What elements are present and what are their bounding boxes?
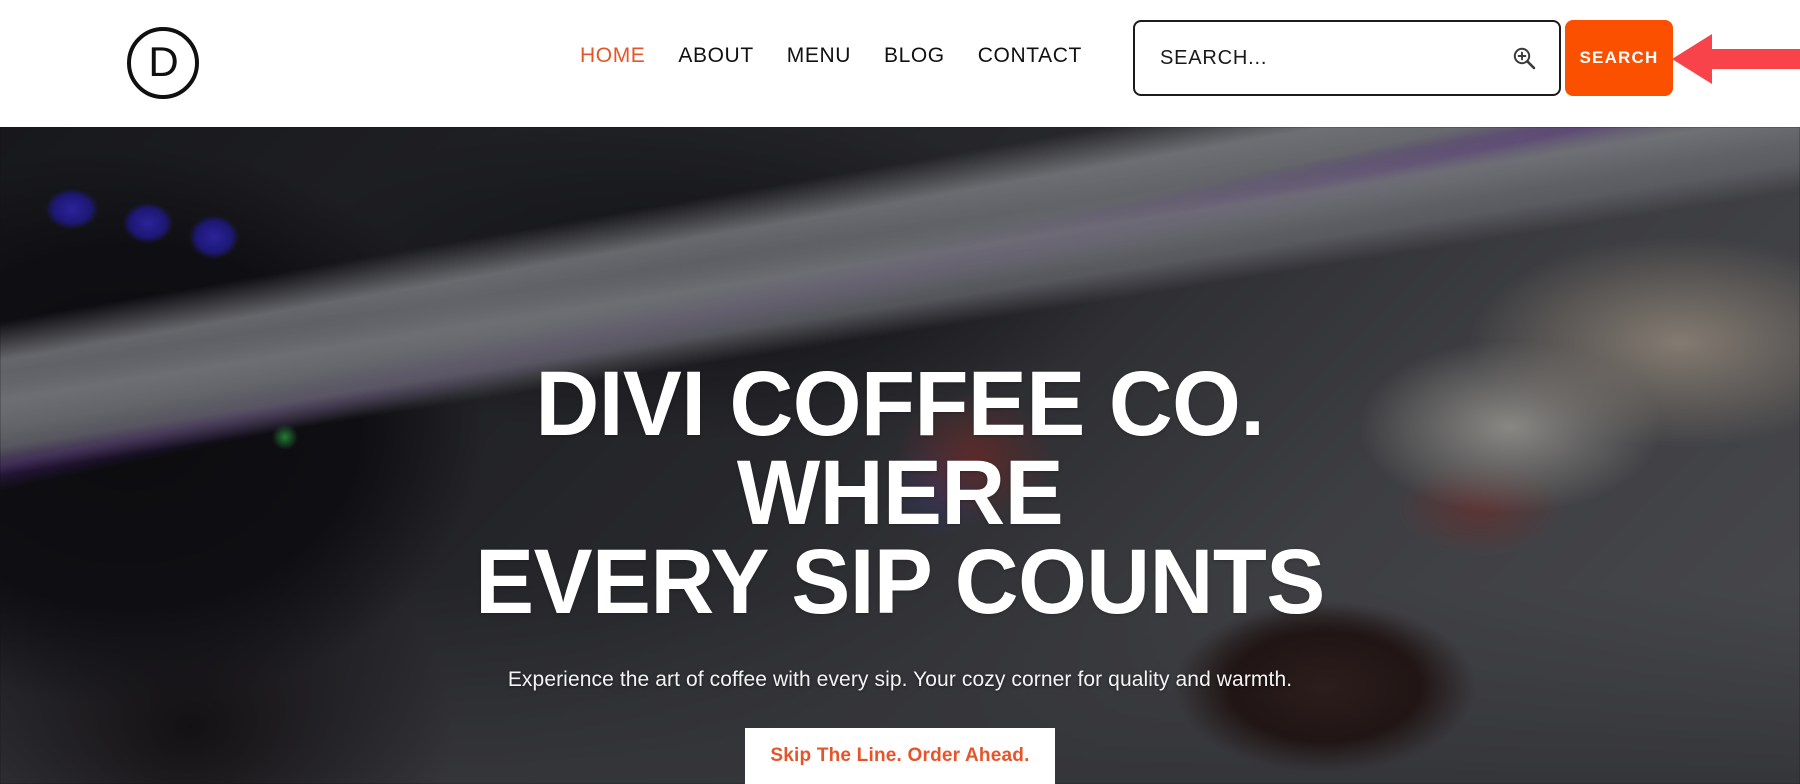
annotation-arrow-icon bbox=[1672, 30, 1800, 88]
nav-item-blog[interactable]: BLOG bbox=[884, 44, 945, 68]
site-header: D HOME ABOUT MENU BLOG CONTACT SEARCH...… bbox=[0, 0, 1800, 127]
search-input[interactable] bbox=[1160, 38, 1490, 78]
nav-item-home[interactable]: HOME bbox=[580, 44, 645, 68]
hero-content: DIVI COFFEE CO. WHERE EVERY SIP COUNTS E… bbox=[0, 127, 1800, 784]
primary-navigation: HOME ABOUT MENU BLOG CONTACT bbox=[580, 44, 1082, 68]
nav-item-about[interactable]: ABOUT bbox=[678, 44, 753, 68]
site-logo[interactable]: D bbox=[127, 27, 199, 99]
hero-subtitle: Experience the art of coffee with every … bbox=[507, 667, 1293, 691]
hero-title-line-2: EVERY SIP COUNTS bbox=[475, 531, 1325, 634]
search-form: SEARCH bbox=[1133, 20, 1673, 96]
page-root: D HOME ABOUT MENU BLOG CONTACT SEARCH...… bbox=[0, 0, 1800, 784]
search-field-container[interactable] bbox=[1133, 20, 1561, 96]
hero-title: DIVI COFFEE CO. WHERE EVERY SIP COUNTS bbox=[391, 358, 1409, 629]
search-submit-button[interactable]: SEARCH bbox=[1565, 20, 1673, 96]
hero-title-line-1: DIVI COFFEE CO. WHERE bbox=[535, 353, 1265, 545]
nav-item-contact[interactable]: CONTACT bbox=[978, 44, 1082, 68]
hero-cta-button[interactable]: Skip The Line. Order Ahead. bbox=[745, 727, 1055, 784]
divi-logo-icon: D bbox=[127, 27, 199, 99]
logo-letter: D bbox=[148, 38, 179, 85]
hero-section: DIVI COFFEE CO. WHERE EVERY SIP COUNTS E… bbox=[0, 127, 1800, 784]
nav-item-menu[interactable]: MENU bbox=[787, 44, 851, 68]
magnifier-zoom-in-icon[interactable] bbox=[1511, 45, 1537, 71]
